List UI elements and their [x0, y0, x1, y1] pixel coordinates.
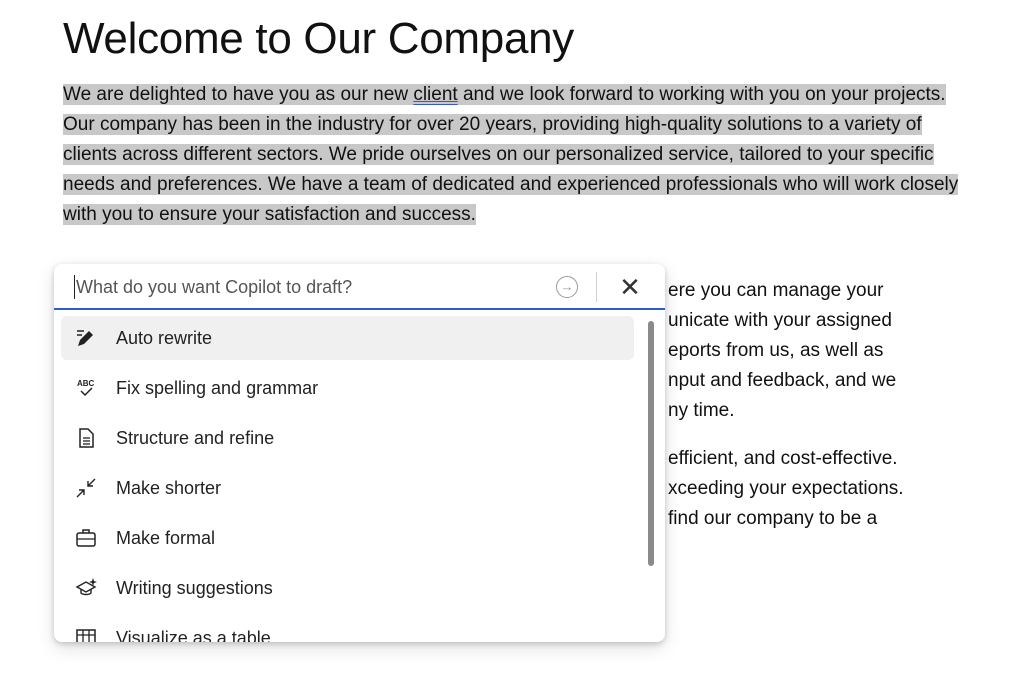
copilot-prompt-input[interactable]: [74, 272, 548, 302]
document-icon: [79, 428, 94, 448]
menu-item-make-shorter[interactable]: Make shorter: [61, 466, 634, 510]
menu-item-label: Visualize as a table: [116, 628, 271, 642]
menu-scrollbar[interactable]: [648, 321, 654, 566]
cap-sparkle-icon: [75, 578, 97, 596]
flagged-word[interactable]: client: [413, 84, 457, 105]
menu-item-writing-suggestions[interactable]: Writing suggestions: [61, 566, 634, 610]
briefcase-icon: [76, 529, 96, 547]
copilot-draft-popup: → ✕ Auto rewrite ABC Fix spelling and gr…: [54, 264, 665, 642]
divider: [596, 272, 597, 302]
copilot-input-bar: → ✕: [54, 264, 665, 310]
doc-fragment: ny time.: [668, 400, 735, 421]
text-after: and we look forward to working with you …: [63, 84, 959, 225]
spellcheck-icon: ABC: [77, 379, 95, 397]
menu-item-label: Writing suggestions: [116, 578, 273, 598]
menu-item-make-formal[interactable]: Make formal: [61, 516, 634, 560]
menu-item-label: Make formal: [116, 528, 216, 548]
pen-sparkle-icon: [77, 330, 93, 346]
doc-fragment: xceeding your expectations.: [668, 478, 904, 499]
paragraph-text[interactable]: We are delighted to have you as our new …: [63, 84, 959, 225]
shrink-arrows-icon: [76, 478, 96, 498]
menu-item-label: Structure and refine: [116, 428, 275, 448]
menu-item-auto-rewrite[interactable]: Auto rewrite: [61, 316, 634, 360]
doc-fragment: unicate with your assigned: [668, 310, 892, 331]
text-caret: [74, 275, 75, 299]
doc-fragment: ere you can manage your: [668, 280, 884, 301]
doc-fragment: efficient, and cost-effective.: [668, 448, 898, 469]
doc-fragment: eports from us, as well as: [668, 340, 884, 361]
doc-fragment: nput and feedback, and we: [668, 370, 897, 391]
menu-item-label: Make shorter: [116, 478, 222, 498]
menu-item-label: Fix spelling and grammar: [116, 378, 319, 398]
menu-item-fix-spelling[interactable]: ABC Fix spelling and grammar: [61, 366, 634, 410]
menu-item-structure-refine[interactable]: Structure and refine: [61, 416, 634, 460]
selected-paragraph[interactable]: We are delighted to have you as our new …: [63, 80, 965, 230]
page-title: Welcome to Our Company: [63, 14, 575, 63]
text-before: We are delighted to have you as our new: [63, 84, 414, 105]
table-icon: [76, 629, 96, 642]
menu-item-label: Auto rewrite: [116, 328, 213, 348]
menu-item-visualize-table[interactable]: Visualize as a table: [61, 616, 634, 642]
send-arrow-icon[interactable]: →: [556, 276, 578, 298]
close-icon[interactable]: ✕: [616, 272, 644, 302]
doc-fragment: find our company to be a: [668, 508, 878, 529]
svg-text:ABC: ABC: [77, 379, 95, 388]
